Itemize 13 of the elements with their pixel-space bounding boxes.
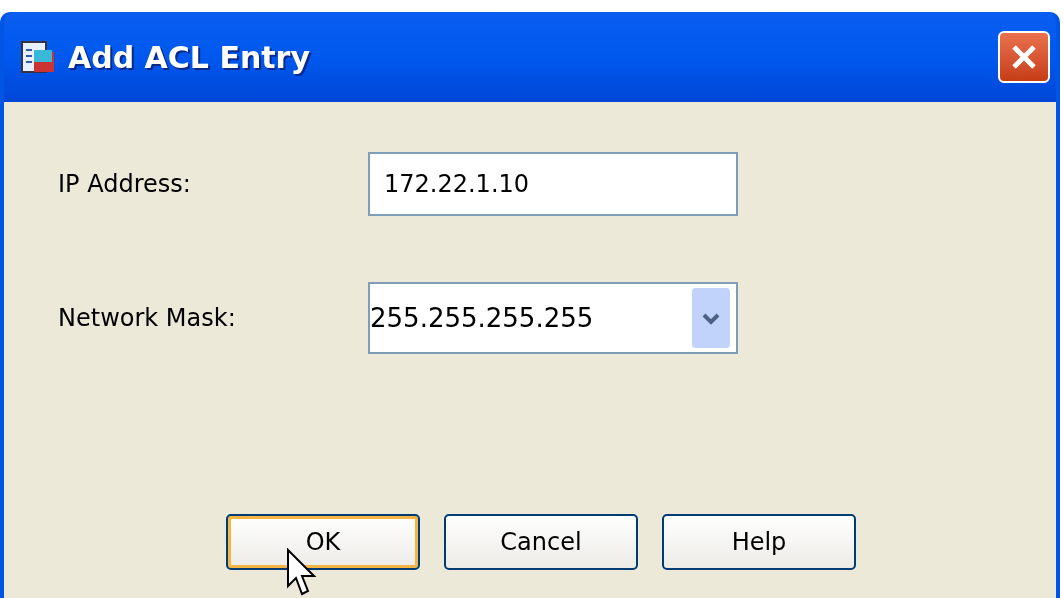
field-label: IP Address: <box>58 169 192 200</box>
field-label: Network Mask: <box>58 303 237 334</box>
close-icon <box>1010 43 1038 71</box>
close-button[interactable] <box>998 31 1050 83</box>
app-icon <box>20 40 56 74</box>
ip-address-field[interactable]: 172.22.1.10 <box>368 152 738 216</box>
chevron-down-icon[interactable] <box>692 288 730 348</box>
dialog-button[interactable]: Help <box>662 514 856 570</box>
dropdown-value: 255.255.255.255 <box>370 301 594 335</box>
dialog-button[interactable]: Cancel <box>444 514 638 570</box>
window-title: Add ACL Entry <box>68 38 310 77</box>
dialog-button[interactable]: OK <box>226 514 420 570</box>
network-mask-dropdown[interactable]: 255.255.255.255 <box>368 282 738 354</box>
